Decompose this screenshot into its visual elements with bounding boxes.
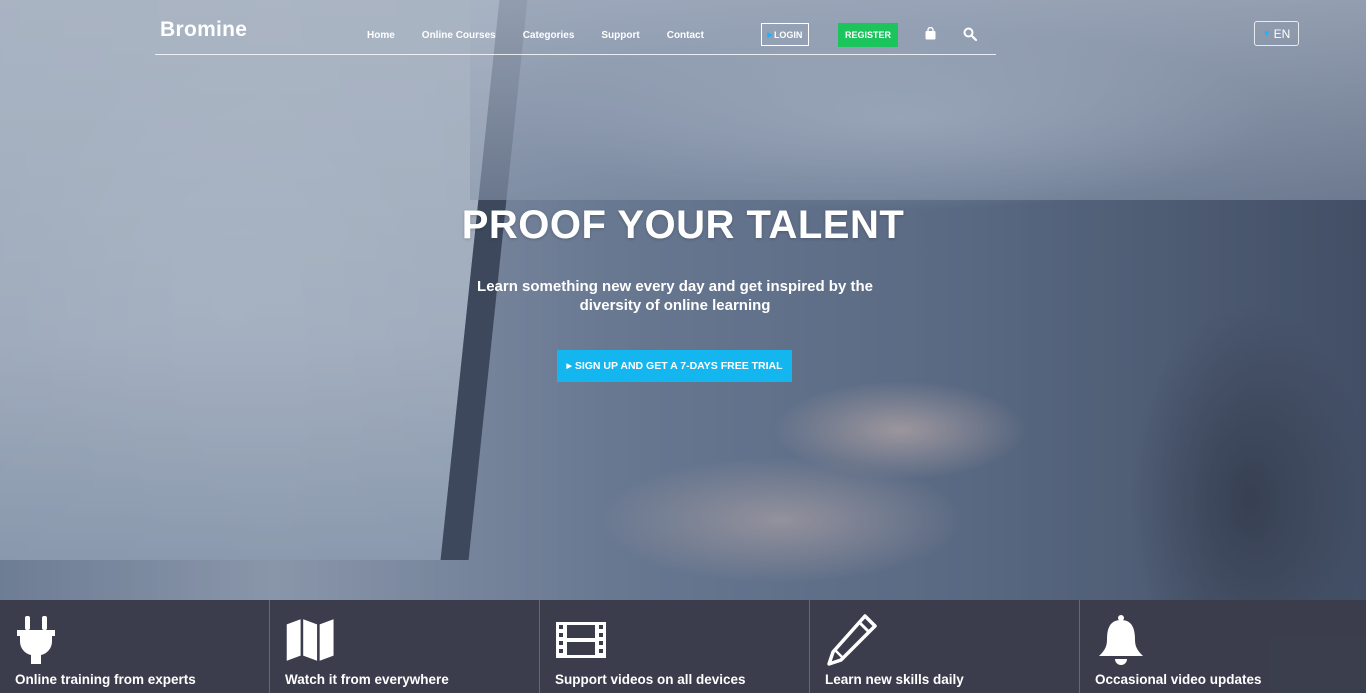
- hero-subtitle: Learn something new every day and get in…: [477, 278, 873, 314]
- feature-item: Watch it from everywhere: [270, 600, 540, 693]
- hero-title: PROOF YOUR TALENT: [461, 203, 905, 247]
- language-selector[interactable]: ▼ EN: [1254, 21, 1299, 46]
- plug-icon: [17, 616, 55, 664]
- search-icon[interactable]: [963, 27, 977, 41]
- chevron-down-icon: ▼: [1262, 29, 1271, 38]
- nav-online-courses[interactable]: Online Courses: [422, 30, 496, 41]
- feature-label: Learn new skills daily: [825, 672, 964, 687]
- login-button[interactable]: ▶ LOGIN: [761, 23, 809, 46]
- caret-right-icon: ▶: [767, 31, 773, 39]
- login-label: LOGIN: [773, 29, 803, 40]
- feature-item: Learn new skills daily: [810, 600, 1080, 693]
- film-icon: [556, 622, 606, 658]
- caret-right-icon: ▶: [566, 363, 572, 370]
- feature-label: Occasional video updates: [1095, 672, 1262, 687]
- map-icon: [286, 619, 334, 661]
- feature-item: Support videos on all devices: [540, 600, 810, 693]
- pencil-icon: [827, 614, 877, 666]
- features-strip: Online training from experts Watch it fr…: [0, 600, 1366, 693]
- nav-contact[interactable]: Contact: [667, 30, 704, 41]
- shopping-bag-icon[interactable]: [925, 27, 936, 40]
- feature-item: Online training from experts: [0, 600, 270, 693]
- main-nav: Home Online Courses Categories Support C…: [367, 30, 731, 41]
- brand-logo[interactable]: Bromine: [160, 18, 247, 42]
- top-navbar: Bromine Home Online Courses Categories S…: [155, 0, 996, 55]
- feature-label: Support videos on all devices: [555, 672, 746, 687]
- feature-label: Watch it from everywhere: [285, 672, 449, 687]
- nav-categories[interactable]: Categories: [523, 30, 575, 41]
- register-button[interactable]: REGISTER: [838, 23, 898, 47]
- nav-support[interactable]: Support: [601, 30, 639, 41]
- free-trial-label: SIGN UP AND GET A 7-DAYS FREE TRIAL: [574, 360, 783, 372]
- language-label: EN: [1273, 26, 1291, 41]
- feature-label: Online training from experts: [15, 672, 196, 687]
- bell-icon: [1099, 615, 1143, 665]
- feature-item: Occasional video updates: [1080, 600, 1366, 693]
- register-label: REGISTER: [844, 30, 891, 40]
- nav-home[interactable]: Home: [367, 30, 395, 41]
- free-trial-button[interactable]: ▶ SIGN UP AND GET A 7-DAYS FREE TRIAL: [557, 350, 792, 382]
